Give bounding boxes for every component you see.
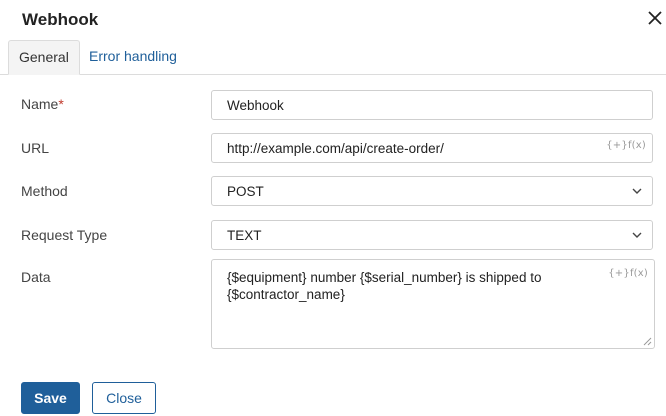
insert-variable-function-icon[interactable]: {+}f(x) xyxy=(606,140,646,151)
method-select[interactable]: POST xyxy=(211,176,653,206)
close-icon[interactable] xyxy=(646,9,664,27)
data-textarea[interactable]: {$equipment} number {$serial_number} is … xyxy=(211,259,655,349)
data-value: {$equipment} number {$serial_number} is … xyxy=(227,270,542,302)
insert-variable-function-icon[interactable]: {+}f(x) xyxy=(608,268,648,279)
request-type-select[interactable]: TEXT xyxy=(211,220,653,250)
name-field[interactable]: Webhook xyxy=(211,90,653,120)
request-type-label: Request Type xyxy=(21,227,108,243)
name-label-text: Name xyxy=(21,96,59,112)
tab-bar: General Error handling xyxy=(0,40,666,75)
save-button[interactable]: Save xyxy=(21,382,80,414)
url-field[interactable]: http://example.com/api/create-order/ {+}… xyxy=(211,133,653,163)
tab-general[interactable]: General xyxy=(8,40,80,75)
chevron-down-icon xyxy=(632,188,642,194)
dialog-title: Webhook xyxy=(22,10,99,29)
data-label: Data xyxy=(21,269,51,285)
tab-error-handling[interactable]: Error handling xyxy=(79,40,187,73)
url-value: http://example.com/api/create-order/ xyxy=(227,141,444,156)
request-type-value: TEXT xyxy=(227,228,262,243)
method-value: POST xyxy=(227,184,264,199)
webhook-dialog: Webhook General Error handling Name* Web… xyxy=(0,0,666,416)
required-mark: * xyxy=(58,96,64,112)
close-button[interactable]: Close xyxy=(92,382,156,414)
resize-handle-icon[interactable] xyxy=(643,337,652,346)
method-label: Method xyxy=(21,183,68,199)
chevron-down-icon xyxy=(632,232,642,238)
url-label: URL xyxy=(21,140,50,156)
name-label: Name* xyxy=(21,96,64,112)
name-value: Webhook xyxy=(227,98,284,113)
